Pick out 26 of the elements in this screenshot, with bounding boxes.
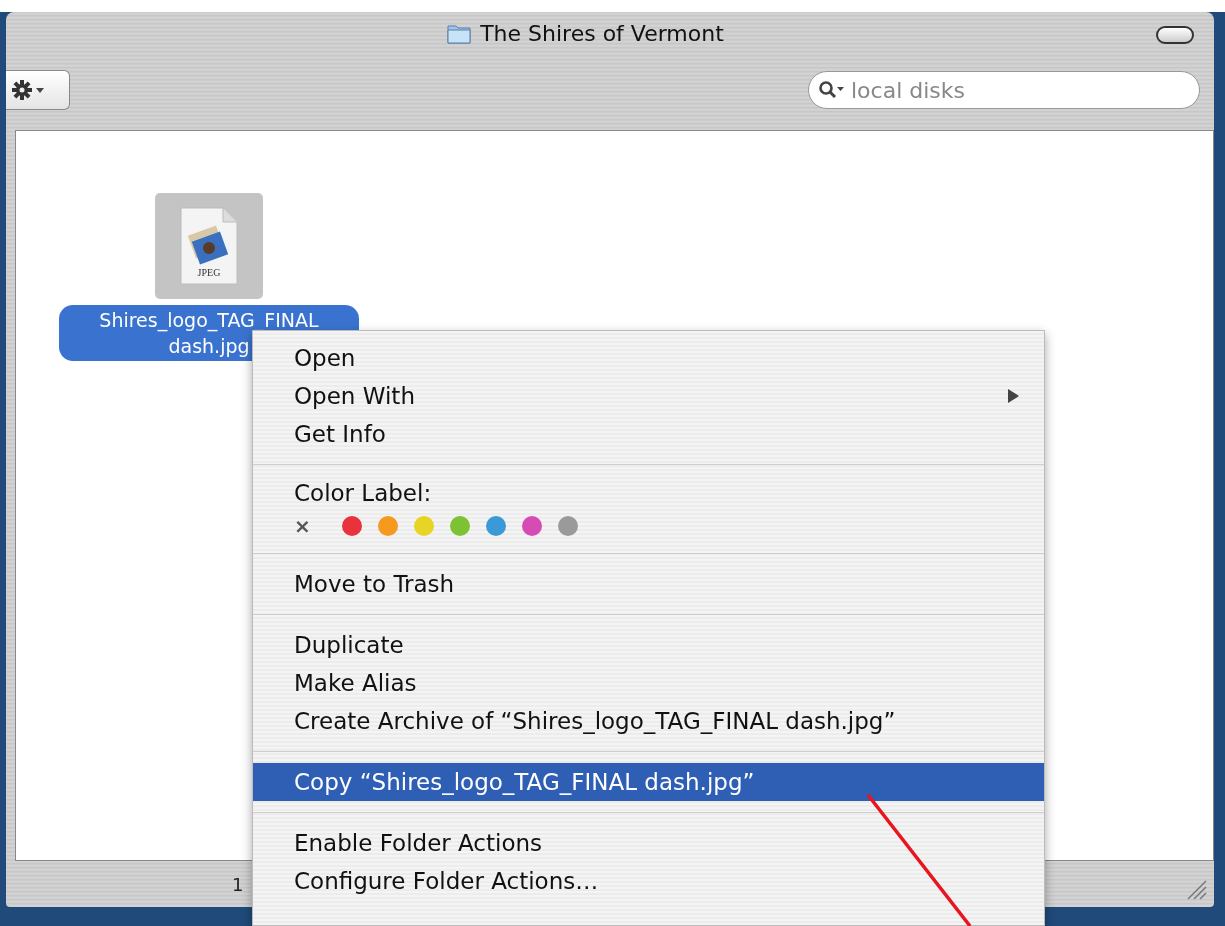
color-label-dot[interactable] [558,516,578,536]
action-menu-button[interactable] [6,70,70,110]
status-text: 1 [232,873,244,895]
color-label-dot[interactable] [522,516,542,536]
color-label-heading: Color Label: [294,480,433,506]
window-title: The Shires of Vermont [480,20,724,46]
menu-item[interactable]: Copy “Shires_logo_TAG_FINAL dash.jpg” [253,763,1044,801]
menu-item[interactable]: Open With [253,377,1044,415]
menu-item[interactable]: Duplicate [253,626,1044,664]
color-label-dot[interactable] [378,516,398,536]
menu-item[interactable]: Get Info [253,415,1044,453]
file-icon-highlight[interactable]: JPEG [155,193,263,299]
image-document-icon: JPEG [179,206,239,286]
menu-item[interactable]: Create Archive of “Shires_logo_TAG_FINAL dash.jpg” [253,702,1044,740]
color-label-dot[interactable] [486,516,506,536]
folder-icon [446,22,473,44]
color-label-dot[interactable] [450,516,470,536]
menu-item[interactable]: Make Alias [253,664,1044,702]
menu-item[interactable]: Enable Folder Actions [253,824,1044,862]
clear-label-button[interactable]: × [294,514,314,538]
menu-item[interactable]: Configure Folder Actions… [253,862,1044,900]
search-field[interactable]: local disks [808,71,1200,109]
menu-item[interactable]: Move to Trash [253,565,1044,603]
toolbar-toggle-button[interactable] [1156,26,1194,44]
color-label-dot[interactable] [342,516,362,536]
color-label-dot[interactable] [414,516,434,536]
